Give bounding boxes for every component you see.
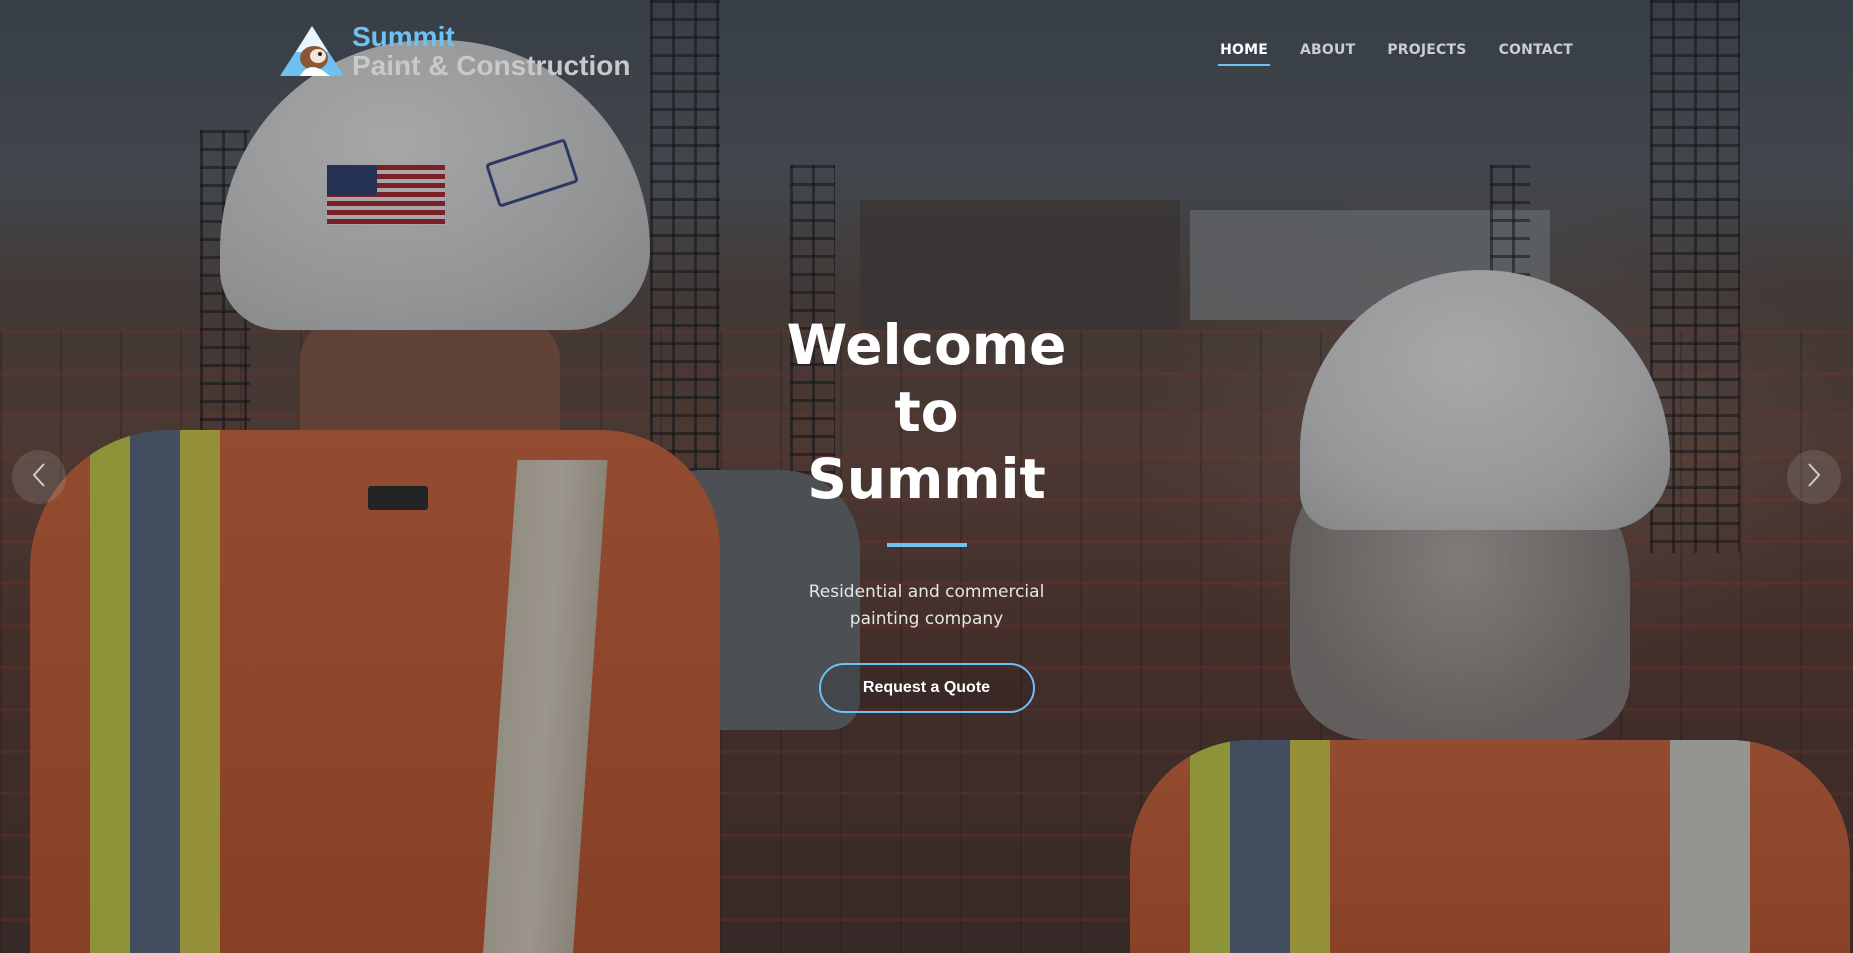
carousel-prev-button[interactable] <box>12 450 66 504</box>
carousel-next-button[interactable] <box>1787 450 1841 504</box>
brand-logo-link[interactable]: Summit Paint & Construction <box>278 22 630 81</box>
mountain-logo-icon <box>278 24 346 78</box>
brand-tagline: Paint & Construction <box>352 50 631 82</box>
nav-contact[interactable]: CONTACT <box>1499 42 1573 66</box>
hero-divider <box>886 543 967 547</box>
chevron-right-icon <box>1805 461 1823 494</box>
nav-about[interactable]: ABOUT <box>1300 42 1355 66</box>
nav-projects[interactable]: PROJECTS <box>1387 42 1466 66</box>
brand-name: Summit <box>352 21 455 52</box>
chevron-left-icon <box>30 461 48 494</box>
hero-subtitle: Residential and commercial painting comp… <box>808 582 1045 629</box>
hero-slider: Summit Paint & Construction HOME ABOUT P… <box>0 0 1853 953</box>
main-nav: HOME ABOUT PROJECTS CONTACT <box>1218 42 1573 66</box>
request-quote-button[interactable]: Request a Quote <box>818 663 1035 713</box>
hero-title: Welcome to Summit <box>786 313 1067 511</box>
nav-home[interactable]: HOME <box>1218 42 1270 66</box>
hero-content: Welcome to Summit Residential and commer… <box>0 312 1853 713</box>
site-header: Summit Paint & Construction HOME ABOUT P… <box>0 0 1853 100</box>
